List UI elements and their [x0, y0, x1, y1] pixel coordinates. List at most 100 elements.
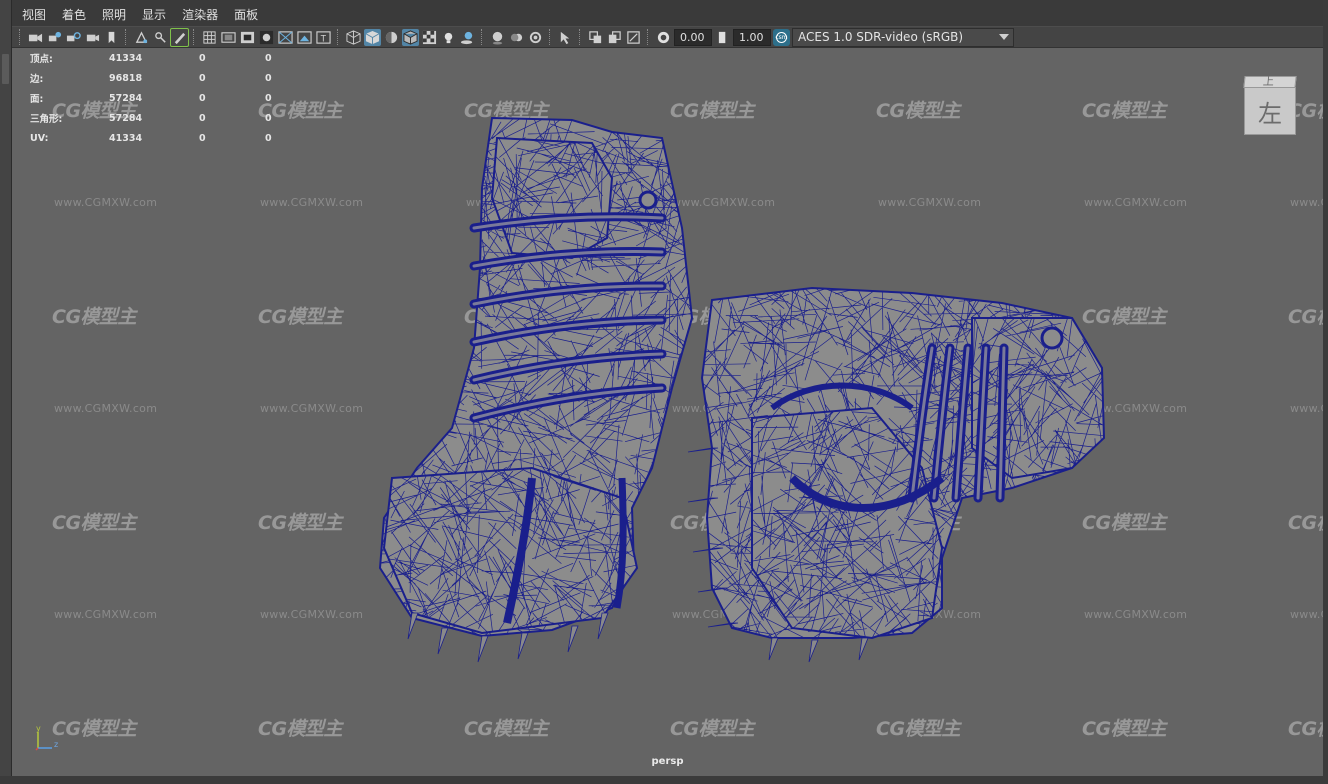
menu-view[interactable]: 视图	[12, 4, 54, 26]
persp-viewport[interactable]: CG模型主 www.CGMXW.com CG模型主 www.CGMXW.com CG模型…	[12, 48, 1323, 776]
axis-y-label: y	[36, 724, 41, 733]
hud-selected: 0	[199, 92, 206, 104]
wireframe-on-shaded-icon[interactable]	[402, 28, 419, 46]
toolbar-separator	[125, 29, 128, 45]
anti-aliasing-icon[interactable]	[527, 29, 544, 46]
toolbar-separator	[193, 29, 196, 45]
menu-show[interactable]: 显示	[134, 4, 174, 26]
camera-attributes-icon[interactable]	[46, 29, 63, 46]
xray-joints-icon[interactable]	[625, 29, 642, 46]
view-cube[interactable]: 上 左	[1243, 75, 1297, 136]
gate-mask-icon[interactable]	[258, 29, 275, 46]
default-material-icon[interactable]	[383, 29, 400, 46]
isolate-select-icon[interactable]	[557, 29, 574, 46]
hud-component: 0	[265, 112, 272, 124]
right-panel-edge	[1323, 0, 1328, 784]
crampon-spike	[768, 637, 779, 661]
crampon-spike	[808, 639, 819, 663]
hud-component: 0	[265, 52, 272, 64]
toolbar-separator	[647, 29, 650, 45]
hud-row-triangles: 三角形: 57284 0 0	[30, 108, 285, 128]
image-plane-icon[interactable]	[84, 29, 101, 46]
gamma-icon[interactable]	[714, 29, 731, 46]
textured-icon[interactable]	[421, 29, 438, 46]
menu-panels[interactable]: 面板	[226, 4, 266, 26]
hud-component: 0	[265, 92, 272, 104]
grease-pencil-icon[interactable]	[170, 27, 189, 47]
safe-title-icon[interactable]: T	[315, 29, 332, 46]
camera-select-icon[interactable]	[27, 29, 44, 46]
view-cube-left-face[interactable]: 左	[1244, 87, 1296, 135]
hud-selected: 0	[199, 52, 206, 64]
toolbar-separator	[549, 29, 552, 45]
field-chart-icon[interactable]	[277, 29, 294, 46]
grid-icon[interactable]	[201, 29, 218, 46]
xray-icon[interactable]	[587, 29, 604, 46]
hud-selected: 0	[199, 132, 206, 144]
panel-toolbar: T csm ACES 1.0 SDR-video (sRGB)	[12, 26, 1323, 48]
hud-row-edges: 边: 96818 0 0	[30, 68, 285, 88]
hud-label: 三角形:	[30, 114, 63, 125]
bottom-panel-edge	[0, 776, 1328, 784]
menu-renderer[interactable]: 渲染器	[174, 4, 226, 26]
toolbar-separator	[19, 29, 22, 45]
view-transform-dropdown[interactable]: ACES 1.0 SDR-video (sRGB)	[792, 27, 1014, 47]
exposure-field[interactable]	[674, 28, 712, 46]
hud-row-uvs: UV: 41334 0 0	[30, 128, 285, 148]
toolbar-separator	[481, 29, 484, 45]
shadows-icon[interactable]	[459, 29, 476, 46]
bookmark-camera-icon[interactable]	[65, 29, 82, 46]
hud-selected: 0	[199, 112, 206, 124]
motion-blur-icon[interactable]	[508, 29, 525, 46]
use-all-lights-icon[interactable]	[440, 29, 457, 46]
svg-text:T: T	[320, 33, 327, 43]
chevron-down-icon	[999, 34, 1009, 40]
xray-active-icon[interactable]	[606, 29, 623, 46]
hud-label: 面:	[30, 94, 44, 105]
resolution-gate-icon[interactable]	[239, 29, 256, 46]
right-boot-eyelet	[1040, 326, 1064, 350]
hud-total: 96818	[109, 72, 143, 84]
safe-action-icon[interactable]	[296, 29, 313, 46]
toolbar-separator	[579, 29, 582, 45]
camera-name-label: persp	[651, 756, 684, 767]
hud-component: 0	[265, 72, 272, 84]
crampon-spike	[567, 625, 579, 653]
menu-lighting[interactable]: 照明	[94, 4, 134, 26]
pan-icon[interactable]	[152, 29, 169, 46]
crampon-spike	[407, 612, 419, 640]
crampon-spike	[517, 632, 529, 660]
hud-total: 57284	[109, 112, 143, 124]
hud-row-vertices: 顶点: 41334 0 0	[30, 48, 285, 68]
crampon-spike	[477, 635, 489, 663]
hud-component: 0	[265, 132, 272, 144]
hud-total: 57284	[109, 92, 143, 104]
hud-label: 顶点:	[30, 54, 53, 65]
menu-shading[interactable]: 着色	[54, 4, 94, 26]
view-transform-value: ACES 1.0 SDR-video (sRGB)	[798, 30, 964, 44]
hud-label: UV:	[30, 132, 49, 144]
crampon-spike	[437, 627, 449, 655]
panel-resize-handle[interactable]	[2, 54, 9, 84]
smooth-shade-icon[interactable]	[364, 28, 381, 46]
color-management-icon[interactable]: csm	[773, 28, 790, 46]
axis-gizmo: y z	[34, 724, 60, 752]
toolbar-separator	[337, 29, 340, 45]
film-gate-icon[interactable]	[220, 29, 237, 46]
axis-z-label: z	[54, 740, 59, 749]
poly-count-hud: 顶点: 41334 0 0 边: 96818 0 0 面: 57284 0 0 三角形: 57284…	[30, 48, 285, 148]
panel-menubar: 视图 着色 照明 显示 渲染器 面板	[12, 4, 266, 26]
left-boot-eyelet	[638, 190, 658, 210]
hud-row-faces: 面: 57284 0 0	[30, 88, 285, 108]
wireframe-icon[interactable]	[345, 29, 362, 46]
boots-wireframe-model[interactable]	[12, 48, 1323, 776]
hud-label: 边:	[30, 74, 44, 85]
2d-pan-zoom-icon[interactable]	[133, 29, 150, 46]
left-panel-edge	[0, 0, 12, 784]
hud-total: 41334	[109, 132, 143, 144]
screen-space-ao-icon[interactable]	[489, 29, 506, 46]
gamma-field[interactable]	[733, 28, 771, 46]
crampon-spike	[858, 637, 869, 661]
bookmark-icon[interactable]	[103, 29, 120, 46]
exposure-icon[interactable]	[655, 29, 672, 46]
